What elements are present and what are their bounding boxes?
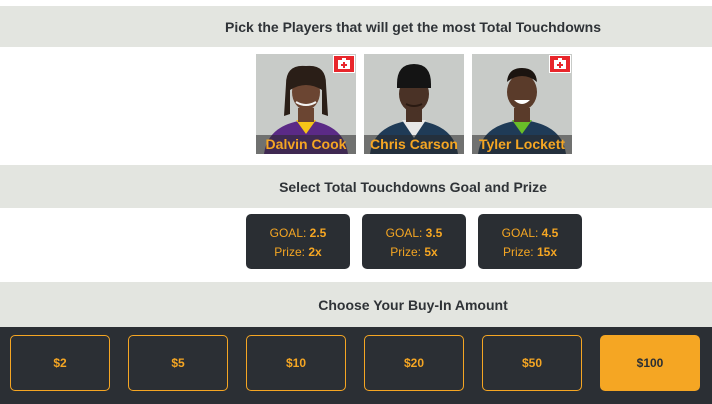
goal-label: GOAL: <box>385 226 423 240</box>
goal-label: GOAL: <box>501 226 539 240</box>
buyin-section-title: Choose Your Buy-In Amount <box>318 296 508 313</box>
goal-option-4-5[interactable]: GOAL: 4.5 Prize: 15x <box>478 214 582 269</box>
buyin-button-20[interactable]: $20 <box>364 335 464 391</box>
injury-icon <box>549 55 571 73</box>
buyin-button-2[interactable]: $2 <box>10 335 110 391</box>
goal-line: GOAL: 2.5 <box>246 224 350 243</box>
prize-label: Prize: <box>502 245 534 259</box>
goal-section-title: Select Total Touchdowns Goal and Prize <box>279 178 547 195</box>
buyin-button-10[interactable]: $10 <box>246 335 346 391</box>
player-name: Tyler Lockett <box>472 135 572 154</box>
prize-value: 5x <box>424 245 438 259</box>
goal-value: 3.5 <box>425 226 443 240</box>
buyin-section-header: Choose Your Buy-In Amount <box>0 282 712 327</box>
goal-section-header: Select Total Touchdowns Goal and Prize <box>0 165 712 208</box>
player-card-tyler-lockett[interactable]: Tyler Lockett <box>472 54 572 154</box>
players-section-header: Pick the Players that will get the most … <box>0 6 712 47</box>
goal-value: 4.5 <box>541 226 559 240</box>
player-card-dalvin-cook[interactable]: Dalvin Cook <box>256 54 356 154</box>
prize-line: Prize: 15x <box>478 243 582 262</box>
player-card-chris-carson[interactable]: Chris Carson <box>364 54 464 154</box>
goal-line: GOAL: 4.5 <box>478 224 582 243</box>
buyin-options: $2 $5 $10 $20 $50 $100 <box>0 327 712 404</box>
buyin-button-5[interactable]: $5 <box>128 335 228 391</box>
player-name: Chris Carson <box>364 135 464 154</box>
goal-label: GOAL: <box>269 226 307 240</box>
prize-label: Prize: <box>390 245 421 259</box>
goal-option-3-5[interactable]: GOAL: 3.5 Prize: 5x <box>362 214 466 269</box>
goal-line: GOAL: 3.5 <box>362 224 466 243</box>
prize-value: 15x <box>537 245 558 259</box>
player-name: Dalvin Cook <box>256 135 356 154</box>
goal-options: GOAL: 2.5 Prize: 2x GOAL: 3.5 Prize: 5x … <box>0 208 712 282</box>
prize-value: 2x <box>308 245 322 259</box>
player-list: Dalvin Cook Chris Carson Tyler Lockett <box>0 48 712 165</box>
prize-label: Prize: <box>274 245 305 259</box>
buyin-button-50[interactable]: $50 <box>482 335 582 391</box>
buyin-button-100[interactable]: $100 <box>600 335 700 391</box>
prize-line: Prize: 5x <box>362 243 466 262</box>
players-section-title: Pick the Players that will get the most … <box>225 18 601 35</box>
injury-icon <box>333 55 355 73</box>
goal-option-2-5[interactable]: GOAL: 2.5 Prize: 2x <box>246 214 350 269</box>
goal-value: 2.5 <box>309 226 327 240</box>
prize-line: Prize: 2x <box>246 243 350 262</box>
